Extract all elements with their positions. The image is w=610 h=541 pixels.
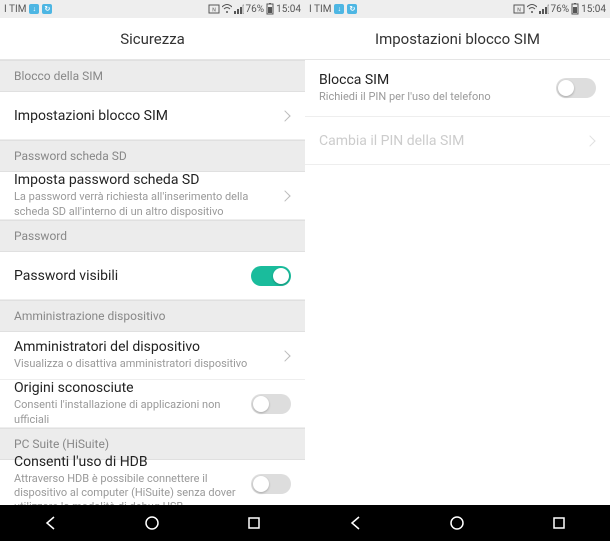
row-allow-hdb[interactable]: Consenti l'uso di HDB Attraverso HDB è p… — [0, 460, 305, 505]
page-title: Sicurezza — [0, 18, 305, 60]
toggle-allow-hdb[interactable] — [251, 474, 291, 494]
wifi-icon — [222, 4, 232, 14]
nav-back-button[interactable] — [27, 505, 75, 541]
battery-percent: 76% — [551, 4, 570, 15]
label: Password visibili — [14, 268, 243, 284]
toggle-visible-passwords[interactable] — [251, 266, 291, 286]
chevron-right-icon — [279, 350, 290, 361]
row-sim-lock-settings[interactable]: Impostazioni blocco SIM — [0, 92, 305, 140]
sublabel: La password verrà richiesta all'inserime… — [14, 190, 273, 219]
status-bar: I TIM ↓ ↻ N 76% 15:04 — [305, 0, 610, 18]
navigation-bar — [0, 505, 305, 541]
label: Consenti l'uso di HDB — [14, 454, 243, 470]
app-icon-1: ↓ — [29, 4, 39, 14]
row-set-sd-password[interactable]: Imposta password scheda SD La password v… — [0, 172, 305, 220]
section-device-admin: Amministrazione dispositivo — [0, 300, 305, 332]
row-visible-passwords[interactable]: Password visibili — [0, 252, 305, 300]
nav-home-button[interactable] — [128, 505, 176, 541]
carrier-label: I TIM — [309, 4, 331, 15]
svg-text:N: N — [517, 8, 521, 14]
label: Origini sconosciute — [14, 380, 243, 396]
navigation-bar — [305, 505, 610, 541]
signal-icon — [234, 4, 244, 14]
toggle-unknown-sources[interactable] — [251, 394, 291, 414]
label: Cambia il PIN della SIM — [319, 133, 578, 149]
nav-recent-button[interactable] — [535, 505, 583, 541]
screen-sim-lock-settings: I TIM ↓ ↻ N 76% 15:04 Impostazioni blocc… — [305, 0, 610, 541]
signal-icon — [539, 4, 549, 14]
app-icon-1: ↓ — [334, 4, 344, 14]
label: Amministratori del dispositivo — [14, 339, 273, 355]
label: Blocca SIM — [319, 72, 548, 88]
label: Imposta password scheda SD — [14, 172, 273, 188]
app-icon-2: ↻ — [347, 4, 357, 14]
nav-back-button[interactable] — [332, 505, 380, 541]
section-sd-password: Password scheda SD — [0, 140, 305, 172]
nfc-icon: N — [208, 4, 220, 14]
app-icon-2: ↻ — [42, 4, 52, 14]
sublabel: Visualizza o disattiva amministratori di… — [14, 357, 273, 371]
toggle-lock-sim[interactable] — [556, 78, 596, 98]
wifi-icon — [527, 4, 537, 14]
row-unknown-sources[interactable]: Origini sconosciute Consenti l'installaz… — [0, 380, 305, 428]
row-device-admins[interactable]: Amministratori del dispositivo Visualizz… — [0, 332, 305, 380]
nfc-icon: N — [513, 4, 525, 14]
row-change-sim-pin: Cambia il PIN della SIM — [305, 117, 610, 165]
nav-home-button[interactable] — [433, 505, 481, 541]
sublabel: Richiedi il PIN per l'uso del telefono — [319, 90, 548, 104]
nav-recent-button[interactable] — [230, 505, 278, 541]
chevron-right-icon — [279, 110, 290, 121]
status-bar: I TIM ↓ ↻ N 76% 15:04 — [0, 0, 305, 18]
label: Impostazioni blocco SIM — [14, 108, 273, 124]
clock: 15:04 — [581, 4, 606, 15]
sublabel: Attraverso HDB è possibile connettere il… — [14, 472, 243, 505]
svg-text:N: N — [212, 8, 216, 14]
row-lock-sim[interactable]: Blocca SIM Richiedi il PIN per l'uso del… — [305, 60, 610, 117]
clock: 15:04 — [276, 4, 301, 15]
battery-icon — [266, 3, 274, 15]
battery-icon — [571, 3, 579, 15]
section-password: Password — [0, 220, 305, 252]
carrier-label: I TIM — [4, 4, 26, 15]
screen-security: I TIM ↓ ↻ N 76% 15:04 Sicurezza Blocco d… — [0, 0, 305, 541]
chevron-right-icon — [279, 190, 290, 201]
page-title: Impostazioni blocco SIM — [305, 18, 610, 60]
battery-percent: 76% — [246, 4, 265, 15]
section-sim-lock: Blocco della SIM — [0, 60, 305, 92]
chevron-right-icon — [584, 135, 595, 146]
sublabel: Consenti l'installazione di applicazioni… — [14, 398, 243, 427]
